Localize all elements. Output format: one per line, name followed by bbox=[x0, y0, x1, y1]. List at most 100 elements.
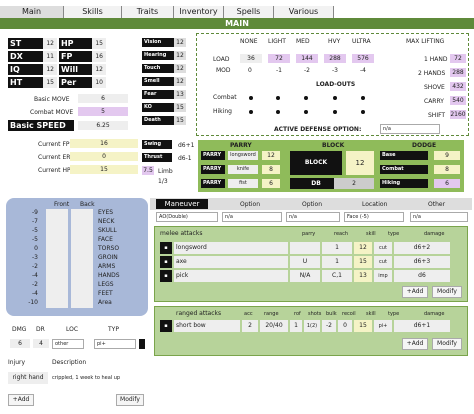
apply-injury-button[interactable] bbox=[139, 339, 145, 349]
hiking-radio-light[interactable] bbox=[276, 110, 280, 114]
ranged-damage[interactable]: d6+1 bbox=[394, 320, 450, 332]
hit-arms-back[interactable] bbox=[71, 263, 93, 272]
hit-neck-front[interactable] bbox=[46, 218, 68, 227]
tab-inventory[interactable]: Inventory bbox=[174, 6, 224, 18]
melee-type[interactable]: imp bbox=[374, 270, 392, 282]
combat-radio-hvy[interactable] bbox=[333, 96, 337, 100]
ranged-acc[interactable]: 2 bbox=[242, 320, 258, 332]
hit-eyes-front[interactable] bbox=[46, 209, 68, 218]
ranged-weapon-name[interactable]: short bow bbox=[174, 320, 240, 332]
hit-arms-front[interactable] bbox=[46, 263, 68, 272]
melee-skill[interactable]: 15 bbox=[354, 256, 372, 268]
melee-add-button[interactable]: +Add bbox=[402, 286, 428, 298]
vision-value[interactable]: 12 bbox=[174, 38, 186, 47]
melee-reach[interactable]: C,1 bbox=[322, 270, 352, 282]
hit-groin-front[interactable] bbox=[46, 254, 68, 263]
hit-feet-back[interactable] bbox=[71, 290, 93, 299]
melee-parry[interactable]: U bbox=[290, 256, 320, 268]
melee-damage[interactable]: d6 bbox=[394, 270, 450, 282]
hit-skull-back[interactable] bbox=[71, 227, 93, 236]
ranged-modify-button[interactable]: Modify bbox=[432, 338, 462, 350]
hit-legs-back[interactable] bbox=[71, 281, 93, 290]
ranged-recoil[interactable]: 0 bbox=[338, 320, 352, 332]
current-hp-value[interactable]: 15 bbox=[70, 165, 138, 174]
hiking-radio-ultra[interactable] bbox=[361, 110, 365, 114]
hit-area-front[interactable] bbox=[46, 299, 68, 308]
maneuver-option2-select[interactable]: n/a bbox=[286, 212, 340, 222]
hit-face-back[interactable] bbox=[71, 236, 93, 245]
melee-parry[interactable]: N/A bbox=[290, 270, 320, 282]
melee-parry[interactable] bbox=[290, 242, 320, 254]
injury-name[interactable]: right hand bbox=[8, 372, 48, 384]
maneuver-other-select[interactable]: n/a bbox=[410, 212, 468, 222]
limb-value[interactable]: 7.5 bbox=[142, 166, 154, 175]
hit-torso-back[interactable] bbox=[71, 245, 93, 254]
maneuver-option1-select[interactable]: n/a bbox=[222, 212, 282, 222]
smell-value[interactable]: 12 bbox=[174, 77, 186, 86]
ranged-row-handle[interactable]: ▪ bbox=[160, 320, 172, 332]
hiking-radio-none[interactable] bbox=[249, 110, 253, 114]
hit-legs-front[interactable] bbox=[46, 281, 68, 290]
hiking-radio-med[interactable] bbox=[304, 110, 308, 114]
melee-row-handle[interactable]: ▪ bbox=[160, 242, 172, 254]
combat-radio-med[interactable] bbox=[304, 96, 308, 100]
hit-feet-front[interactable] bbox=[46, 290, 68, 299]
hit-eyes-back[interactable] bbox=[71, 209, 93, 218]
attr-per-value[interactable]: 10 bbox=[92, 77, 106, 88]
hit-hands-front[interactable] bbox=[46, 272, 68, 281]
combat-radio-ultra[interactable] bbox=[361, 96, 365, 100]
dmg-input[interactable]: 6 bbox=[10, 339, 30, 348]
injury-modify-button[interactable]: Modify bbox=[116, 394, 144, 406]
death-value[interactable]: 15 bbox=[174, 116, 186, 125]
hit-area-back[interactable] bbox=[71, 299, 93, 308]
tab-main[interactable]: Main bbox=[0, 6, 64, 18]
attr-ht-value[interactable]: 15 bbox=[43, 77, 57, 88]
ranged-add-button[interactable]: +Add bbox=[402, 338, 428, 350]
ranged-range[interactable]: 20/40 bbox=[260, 320, 288, 332]
tab-traits[interactable]: Traits bbox=[122, 6, 174, 18]
ranged-bulk[interactable]: -2 bbox=[322, 320, 336, 332]
melee-row-handle[interactable]: ▪ bbox=[160, 270, 172, 282]
dr-input[interactable]: 4 bbox=[33, 339, 49, 348]
melee-damage[interactable]: d6+2 bbox=[394, 242, 450, 254]
attr-will-value[interactable]: 12 bbox=[92, 64, 106, 75]
attr-iq-value[interactable]: 12 bbox=[43, 64, 57, 75]
attr-dx-value[interactable]: 11 bbox=[43, 51, 57, 62]
hit-face-front[interactable] bbox=[46, 236, 68, 245]
hearing-value[interactable]: 12 bbox=[174, 51, 186, 60]
melee-row-handle[interactable]: ▪ bbox=[160, 256, 172, 268]
current-fp-value[interactable]: 16 bbox=[70, 139, 138, 148]
melee-weapon-name[interactable]: longsword bbox=[174, 242, 288, 254]
ranged-skill[interactable]: 15 bbox=[354, 320, 372, 332]
ranged-type[interactable]: pi+ bbox=[374, 320, 392, 332]
hit-skull-front[interactable] bbox=[46, 227, 68, 236]
hiking-radio-hvy[interactable] bbox=[333, 110, 337, 114]
tab-skills[interactable]: Skills bbox=[64, 6, 122, 18]
typ-select[interactable]: pi+ bbox=[94, 339, 136, 349]
melee-type[interactable]: cut bbox=[374, 256, 392, 268]
melee-damage[interactable]: d6+3 bbox=[394, 256, 450, 268]
melee-modify-button[interactable]: Modify bbox=[432, 286, 462, 298]
maneuver-location-select[interactable]: Face (-5) bbox=[344, 212, 404, 222]
tab-spells[interactable]: Spells bbox=[224, 6, 274, 18]
touch-value[interactable]: 12 bbox=[174, 64, 186, 73]
hit-groin-back[interactable] bbox=[71, 254, 93, 263]
hit-neck-back[interactable] bbox=[71, 218, 93, 227]
melee-reach[interactable]: 1 bbox=[322, 256, 352, 268]
current-er-value[interactable]: 0 bbox=[70, 152, 138, 161]
melee-skill[interactable]: 12 bbox=[354, 242, 372, 254]
fear-value[interactable]: 13 bbox=[174, 90, 186, 99]
attr-st-value[interactable]: 12 bbox=[43, 38, 57, 49]
attr-fp-value[interactable]: 16 bbox=[92, 51, 106, 62]
ko-value[interactable]: 15 bbox=[174, 103, 186, 112]
ranged-shots[interactable]: 1(2) bbox=[304, 320, 320, 332]
melee-type[interactable]: cut bbox=[374, 242, 392, 254]
basic-move-value[interactable]: 6 bbox=[78, 94, 128, 103]
active-defense-select[interactable]: n/a bbox=[380, 124, 440, 134]
hit-torso-front[interactable] bbox=[46, 245, 68, 254]
melee-reach[interactable]: 1 bbox=[322, 242, 352, 254]
melee-weapon-name[interactable]: axe bbox=[174, 256, 288, 268]
ranged-rof[interactable]: 1 bbox=[290, 320, 302, 332]
combat-radio-light[interactable] bbox=[276, 96, 280, 100]
hit-hands-back[interactable] bbox=[71, 272, 93, 281]
